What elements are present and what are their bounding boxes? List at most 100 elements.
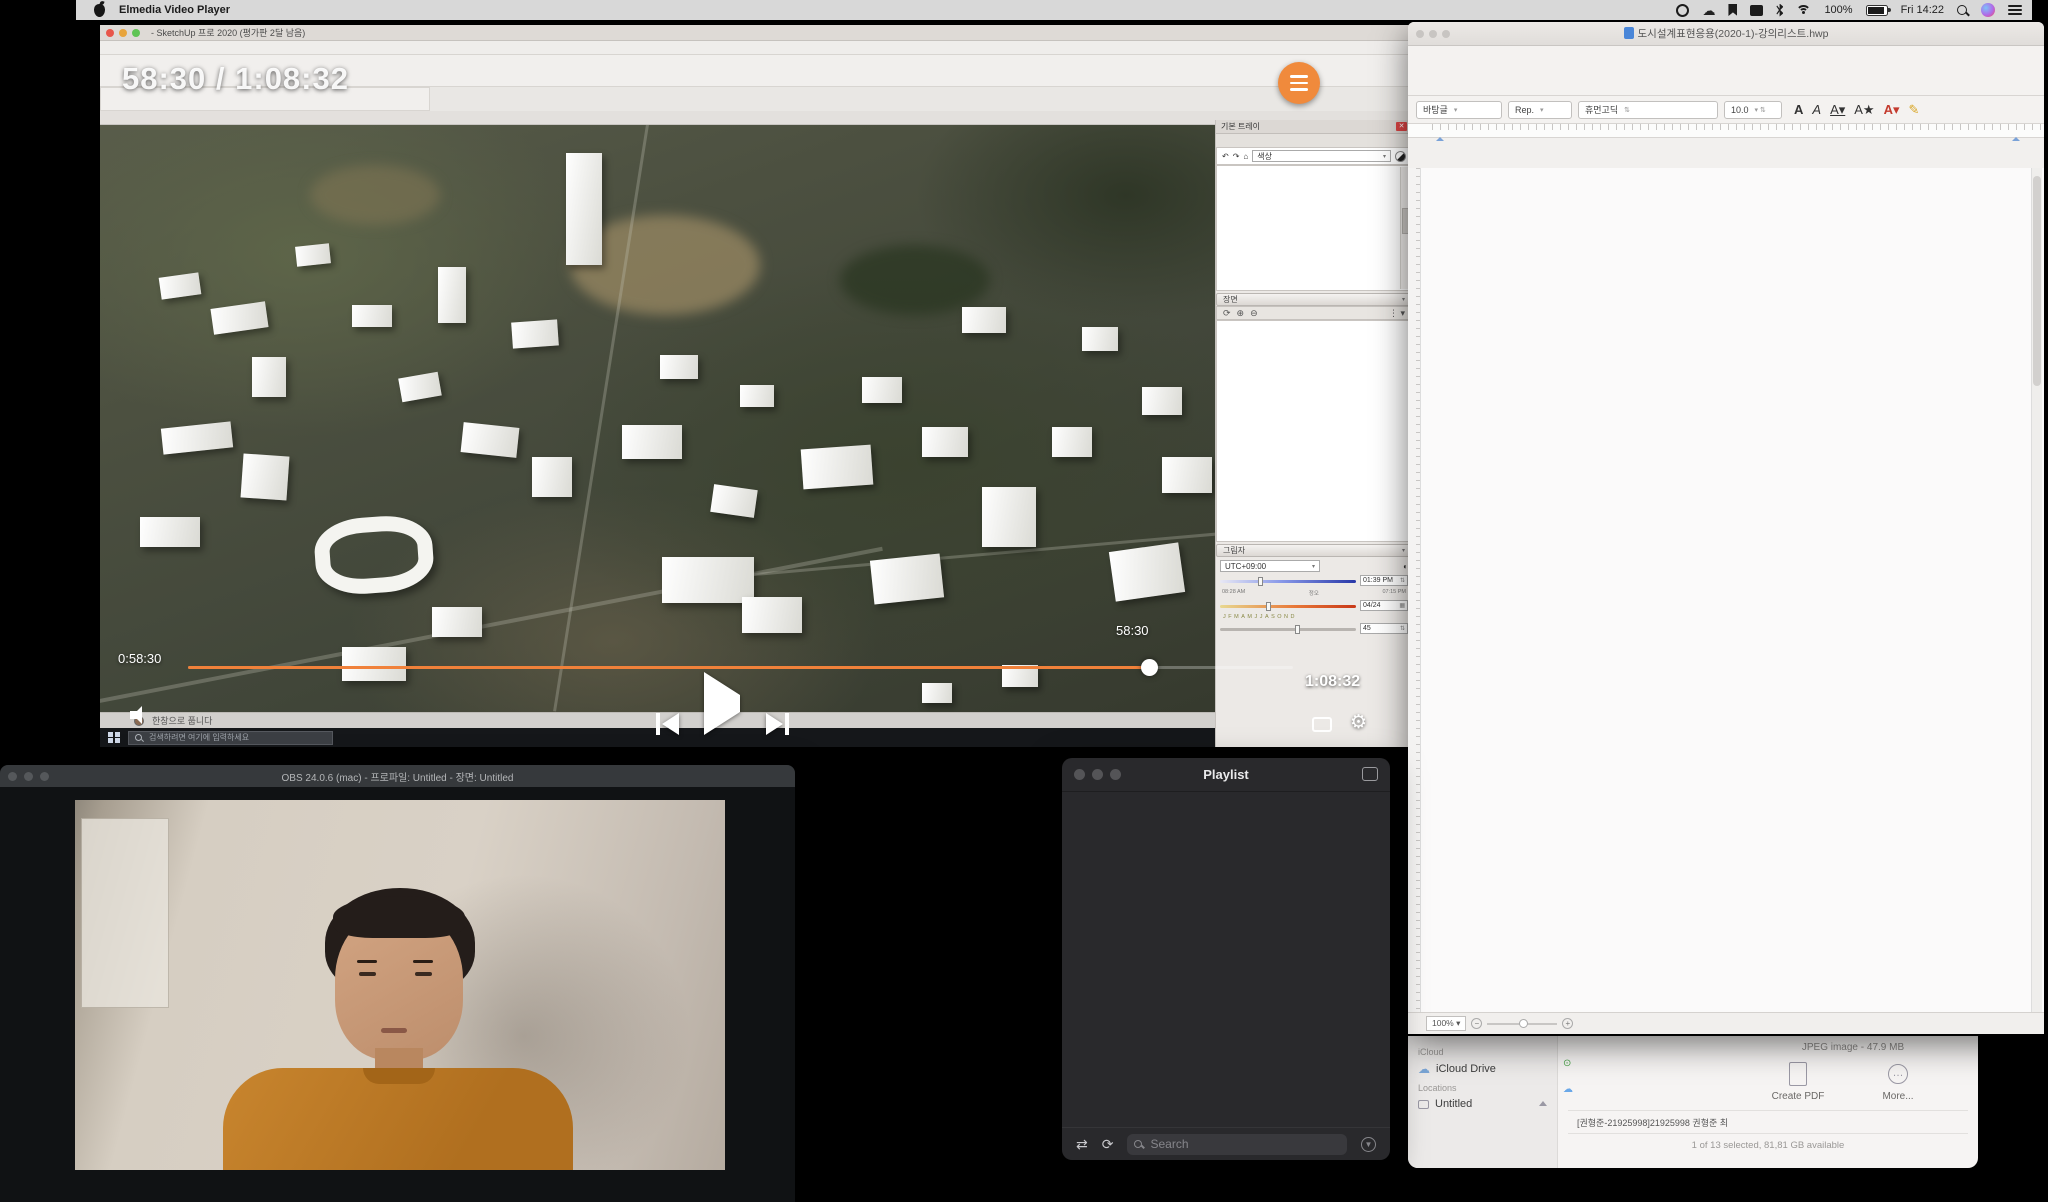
repeat-icon[interactable]: ⟳ <box>1102 1136 1114 1153</box>
pip-icon[interactable] <box>1362 767 1378 781</box>
ring-building <box>312 513 435 597</box>
previous-button[interactable] <box>656 713 679 735</box>
paragraph-style-select[interactable]: 바탕글▾ <box>1416 101 1502 119</box>
close-icon[interactable]: ✕ <box>1396 122 1407 131</box>
minimize-button[interactable] <box>119 29 127 37</box>
rep-select[interactable]: Rep.▾ <box>1508 101 1572 119</box>
wifi-icon[interactable] <box>1796 5 1811 16</box>
control-center-icon[interactable] <box>2008 4 2022 16</box>
underline-button[interactable]: A▾ <box>1830 102 1845 118</box>
building <box>1052 427 1092 457</box>
terrain-patch <box>840 245 990 315</box>
create-pdf-button[interactable]: Create PDF <box>1758 1062 1838 1102</box>
sketchup-3d-viewport[interactable] <box>100 125 1215 712</box>
zoom-in-icon[interactable]: + <box>1562 1018 1573 1029</box>
horizontal-ruler[interactable] <box>1408 124 2044 138</box>
player-menu-button[interactable] <box>1278 62 1320 104</box>
next-button[interactable] <box>766 713 789 735</box>
zoom-level[interactable]: 100% ▾ <box>1426 1016 1466 1031</box>
finder-status-text: 1 of 13 selected, 81,81 GB available <box>1568 1140 1968 1151</box>
document-text <box>1432 182 2018 1012</box>
materials-tabs <box>1216 134 1412 147</box>
utc-select[interactable]: UTC+09:00▾ <box>1220 560 1320 572</box>
hwp-status-bar: 100% ▾ − + <box>1408 1012 2044 1034</box>
zoom-button[interactable] <box>132 29 140 37</box>
person-mouth <box>381 1028 407 1033</box>
shadow-time-field[interactable]: 01:39 PM⇅ <box>1360 575 1408 586</box>
device-icon <box>1418 1100 1429 1109</box>
close-button[interactable] <box>106 29 114 37</box>
volume-icon[interactable] <box>130 705 156 725</box>
shadow-time-slider[interactable] <box>1220 577 1356 585</box>
bookmark-status-icon[interactable] <box>1728 4 1737 16</box>
shadow-light-field[interactable]: 45⇅ <box>1360 623 1408 634</box>
filter-dropdown-icon[interactable]: ▼ <box>1361 1137 1376 1152</box>
obs-window-title: OBS 24.0.6 (mac) - 프로파일: Untitled - 장면: … <box>0 769 795 784</box>
material-collection-select[interactable]: 색상▾ <box>1252 150 1391 162</box>
back-icon[interactable]: ↶ <box>1222 152 1229 161</box>
more-button[interactable]: … More... <box>1858 1062 1938 1102</box>
keyboard-status-icon[interactable] <box>1750 5 1763 16</box>
materials-nav-row: ↶ ↷ ⌂ 색상▾ <box>1216 147 1412 165</box>
zoom-out-icon[interactable]: − <box>1471 1018 1482 1029</box>
font-select[interactable]: 휴먼고딕⇅ <box>1578 101 1718 119</box>
building <box>962 307 1006 333</box>
building <box>922 683 952 703</box>
outline-button[interactable]: A★ <box>1854 102 1874 118</box>
windows-start-icon[interactable] <box>108 732 120 744</box>
sketchup-tray-panel: 기본 트레이 ✕ ↶ ↷ ⌂ 색상▾ <box>1215 120 1412 747</box>
file-info-label: JPEG image - 47.9 MB <box>1738 1042 1968 1053</box>
sample-paint-icon[interactable] <box>1395 151 1406 162</box>
shadow-date-slider[interactable] <box>1220 602 1356 610</box>
forward-icon[interactable]: ↷ <box>1233 152 1240 161</box>
building <box>740 385 774 407</box>
settings-gear-icon[interactable]: ⚙ <box>1350 711 1367 734</box>
cloud-status-icon[interactable]: ☁ <box>1702 4 1715 17</box>
shadow-date-field[interactable]: 04/24▦ <box>1360 600 1408 611</box>
obs-status-icon[interactable] <box>1676 4 1689 17</box>
shadow-light-slider[interactable] <box>1220 625 1356 633</box>
font-color-button[interactable]: A▾ <box>1884 102 1900 118</box>
play-button[interactable] <box>704 695 740 713</box>
windows-search-box[interactable] <box>128 731 333 745</box>
vertical-ruler[interactable] <box>1408 168 1421 1012</box>
sketchup-toolbar <box>100 55 1412 87</box>
building <box>159 272 202 299</box>
home-icon[interactable]: ⌂ <box>1243 152 1248 161</box>
menu-bar-clock[interactable]: Fri 14:22 <box>1901 4 1944 16</box>
italic-button[interactable]: A <box>1812 102 1821 117</box>
hwp-format-bar: 바탕글▾ Rep.▾ 휴먼고딕⇅ 10.0▾ ⇅ A A A▾ A★ A▾ ✎ <box>1408 96 2044 124</box>
spotlight-search-icon[interactable] <box>1957 5 1968 16</box>
playlist-bottom-bar: ⇄ ⟳ ▼ <box>1062 1127 1390 1160</box>
scenes-section-header[interactable]: 장면▾ <box>1216 293 1412 306</box>
building <box>432 607 482 637</box>
playlist-search-field[interactable] <box>1127 1134 1347 1155</box>
playlist-search-input[interactable] <box>1148 1136 1340 1152</box>
scene-remove-icon[interactable]: ⊖ <box>1250 308 1258 319</box>
shadows-section-header[interactable]: 그림자▾ <box>1216 544 1412 557</box>
app-menu-title[interactable]: Elmedia Video Player <box>119 4 230 16</box>
apple-menu-icon[interactable] <box>94 4 105 17</box>
snapshot-icon[interactable] <box>1312 717 1332 732</box>
windows-search-input[interactable] <box>147 732 326 743</box>
building <box>241 453 290 500</box>
font-size-select[interactable]: 10.0▾ ⇅ <box>1724 101 1782 119</box>
highlight-button[interactable]: ✎ <box>1909 102 1920 118</box>
scene-options-icon[interactable]: ⋮ ▾ <box>1389 308 1405 319</box>
scene-refresh-icon[interactable]: ⟳ <box>1223 308 1231 319</box>
building <box>662 557 754 603</box>
seek-bar[interactable] <box>188 666 1293 669</box>
eject-icon[interactable] <box>1539 1097 1547 1106</box>
document-scrollbar[interactable] <box>2031 168 2042 1012</box>
sidebar-item-icloud-drive[interactable]: ☁ iCloud Drive <box>1418 1060 1547 1078</box>
zoom-slider[interactable] <box>1487 1023 1557 1025</box>
selected-file-name[interactable]: [권형준-21925998]21925998 권형준 최 <box>1577 1116 1728 1129</box>
scene-add-icon[interactable]: ⊕ <box>1237 308 1245 319</box>
siri-icon[interactable] <box>1981 3 1995 17</box>
bluetooth-icon[interactable] <box>1776 4 1783 17</box>
sketchup-window-title: - SketchUp 프로 2020 (평가판 2달 남음) <box>151 26 305 39</box>
bold-button[interactable]: A <box>1794 102 1803 117</box>
shuffle-icon[interactable]: ⇄ <box>1076 1136 1088 1153</box>
webcam-preview[interactable] <box>75 800 725 1170</box>
sidebar-item-untitled[interactable]: Untitled <box>1418 1096 1547 1112</box>
